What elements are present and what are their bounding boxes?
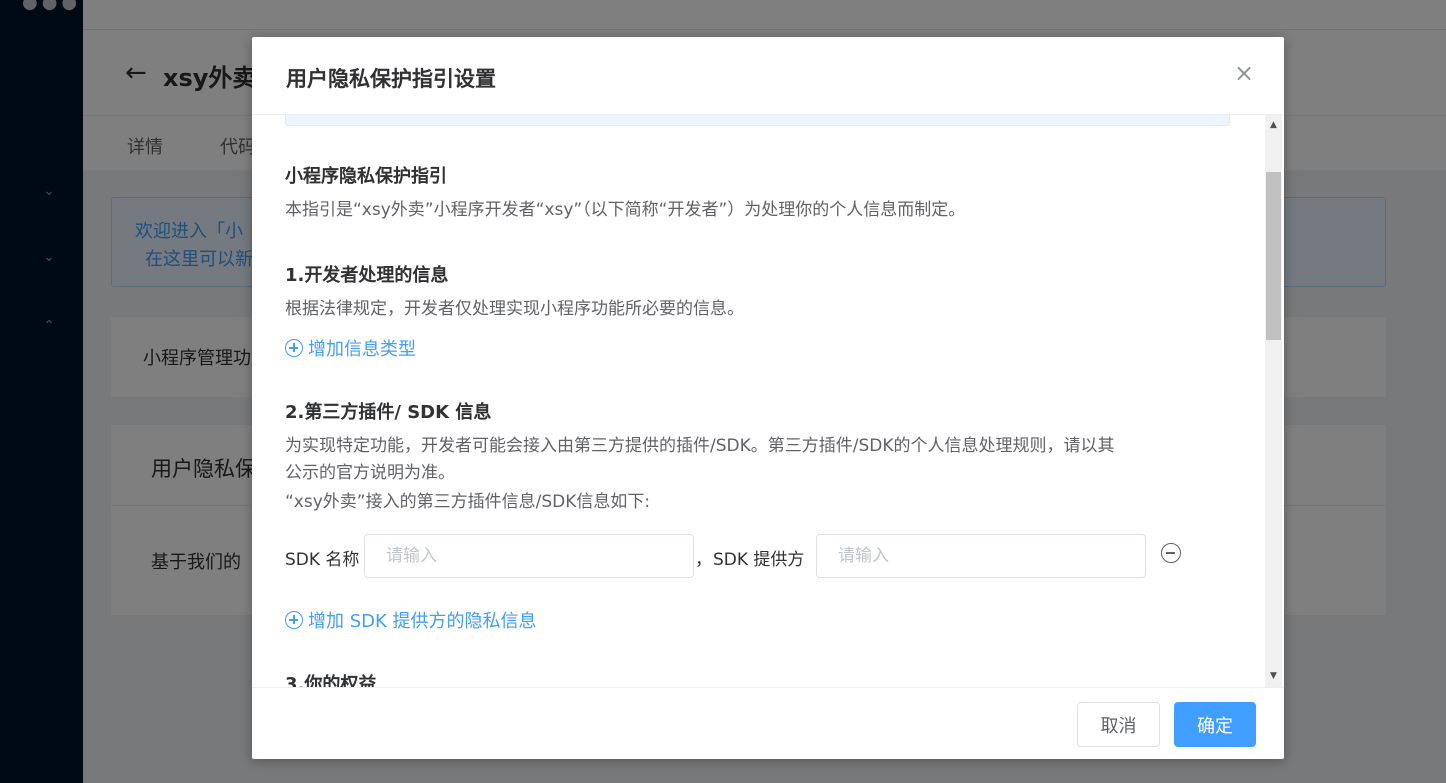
dialog-body[interactable]: 小程序隐私保护指引 本指引是“xsy外卖”小程序开发者“xsy”（以下简称“开发… <box>252 115 1284 687</box>
privacy-settings-dialog: 用户隐私保护指引设置 × 小程序隐私保护指引 本指引是“xsy外卖”小程序开发者… <box>252 37 1284 759</box>
section2-text: 为实现特定功能，开发者可能会接入由第三方提供的插件/SDK。第三方插件/SDK的… <box>285 436 1115 456</box>
section1-title: 1.开发者处理的信息 <box>285 265 449 286</box>
separator: ， <box>695 550 712 570</box>
scroll-up-icon[interactable]: ▲ <box>1265 117 1282 134</box>
section2-text: 公示的官方说明为准。 <box>285 463 455 483</box>
scroll-down-icon[interactable]: ▼ <box>1265 668 1282 685</box>
confirm-button[interactable]: 确定 <box>1174 702 1256 747</box>
intro-title: 小程序隐私保护指引 <box>285 166 447 187</box>
dialog-title: 用户隐私保护指引设置 <box>286 67 496 91</box>
info-tip-bar <box>285 115 1230 126</box>
sdk-provider-input[interactable] <box>816 534 1146 578</box>
add-sdk-provider-link[interactable]: 增加 SDK 提供方的隐私信息 <box>285 607 537 633</box>
add-info-type-label: 增加信息类型 <box>308 339 416 360</box>
dialog-footer: 取消 确定 <box>252 687 1284 759</box>
section1-text: 根据法律规定，开发者仅处理实现小程序功能所必要的信息。 <box>285 299 744 319</box>
intro-text: 本指引是“xsy外卖”小程序开发者“xsy”（以下简称“开发者”）为处理你的个人… <box>285 200 966 220</box>
add-sdk-provider-label: 增加 SDK 提供方的隐私信息 <box>308 611 537 632</box>
sdk-name-label: SDK 名称 <box>285 550 360 570</box>
close-icon[interactable]: × <box>1232 61 1256 85</box>
section2-text: “xsy外卖”接入的第三方插件信息/SDK信息如下: <box>285 492 651 512</box>
plus-circle-icon <box>285 611 303 629</box>
sdk-row: SDK 名称 ， SDK 提供方 <box>285 534 1230 578</box>
plus-circle-icon <box>285 339 303 357</box>
sdk-name-input[interactable] <box>364 534 694 578</box>
cancel-button[interactable]: 取消 <box>1077 702 1160 747</box>
sdk-provider-label: SDK 提供方 <box>713 550 805 570</box>
vertical-scrollbar[interactable]: ▲ ▼ <box>1265 115 1282 687</box>
remove-circle-icon[interactable] <box>1161 543 1181 563</box>
dialog-header: 用户隐私保护指引设置 × <box>252 37 1284 115</box>
add-info-type-link[interactable]: 增加信息类型 <box>285 335 416 361</box>
section2-title: 2.第三方插件/ SDK 信息 <box>285 402 492 423</box>
section3-title: 3.你的权益 <box>285 674 377 687</box>
scrollbar-thumb[interactable] <box>1266 172 1281 340</box>
